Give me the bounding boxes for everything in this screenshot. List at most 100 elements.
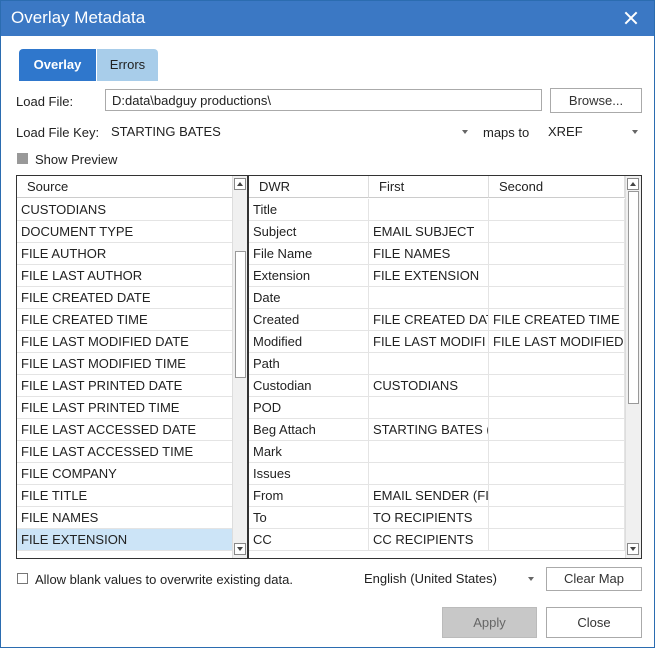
mapping-cell-second[interactable] [489,353,625,375]
scroll-down-icon[interactable] [627,543,639,555]
mapping-row[interactable]: To TO RECIPIENTS [249,507,625,529]
mapping-cell-second[interactable] [489,199,625,221]
mapping-row[interactable]: Issues [249,463,625,485]
mapping-row[interactable]: Extension FILE EXTENSION [249,265,625,287]
source-list-item[interactable]: FILE LAST ACCESSED DATE [17,419,232,441]
mapping-cell-second[interactable] [489,419,625,441]
source-list-item[interactable]: CUSTODIANS [17,199,232,221]
mapping-row[interactable]: File Name FILE NAMES [249,243,625,265]
scroll-down-icon[interactable] [234,543,246,555]
mapping-cell-first[interactable] [369,287,489,309]
mapping-cell-first[interactable] [369,463,489,485]
source-list-item[interactable]: FILE CREATED DATE [17,287,232,309]
mapping-cell-second[interactable] [489,287,625,309]
source-item-label: FILE AUTHOR [21,246,107,261]
tab-errors[interactable]: Errors [97,49,158,81]
mapping-cell-first[interactable]: FILE CREATED DAT [369,309,489,331]
source-list-item[interactable]: FILE LAST AUTHOR [17,265,232,287]
mapping-row[interactable]: From EMAIL SENDER (FI [249,485,625,507]
mapping-cell-first[interactable]: CUSTODIANS [369,375,489,397]
source-list-item[interactable]: FILE LAST MODIFIED TIME [17,353,232,375]
source-item-label: FILE LAST MODIFIED TIME [21,356,186,371]
tab-overlay[interactable]: Overlay [19,49,96,81]
source-item-label: FILE TITLE [21,488,88,503]
mapping-cell-second[interactable]: FILE LAST MODIFIED [489,331,625,353]
mapping-cell-second[interactable] [489,507,625,529]
scroll-thumb[interactable] [235,251,246,378]
source-list-item[interactable]: DOCUMENT TYPE [17,221,232,243]
mapping-cell-first[interactable]: EMAIL SUBJECT [369,221,489,243]
mapping-grid: DWR First Second Title Subject EMAIL SUBJE… [248,175,642,559]
source-list-item[interactable]: FILE LAST PRINTED DATE [17,375,232,397]
mapping-cell-second[interactable] [489,265,625,287]
source-scrollbar[interactable] [232,176,247,558]
mapping-row[interactable]: Title [249,199,625,221]
scroll-up-icon[interactable] [234,178,246,190]
scroll-thumb[interactable] [628,191,639,404]
mapping-cell-second[interactable] [489,463,625,485]
mapping-cell-first[interactable]: CC RECIPIENTS [369,529,489,551]
source-list-item[interactable]: FILE CREATED TIME [17,309,232,331]
chevron-down-icon[interactable] [528,577,534,581]
mapping-row[interactable]: Subject EMAIL SUBJECT [249,221,625,243]
mapping-cell-first[interactable]: EMAIL SENDER (FI [369,485,489,507]
mapping-cell-first[interactable]: STARTING BATES ( [369,419,489,441]
mapping-cell-dwr: CC [249,529,369,551]
source-list-item[interactable]: FILE LAST PRINTED TIME [17,397,232,419]
mapping-scrollbar[interactable] [625,176,641,558]
source-item-label: DOCUMENT TYPE [21,224,134,239]
dwr-header: DWR [249,176,369,198]
load-file-key-dropdown[interactable]: STARTING BATES [111,124,471,142]
maps-to-dropdown[interactable]: XREF [548,124,640,142]
mapping-cell-dwr: To [249,507,369,529]
clear-map-button[interactable]: Clear Map [546,567,642,591]
mapping-cell-second[interactable] [489,485,625,507]
chevron-down-icon [632,130,638,134]
source-list-item[interactable]: FILE TITLE [17,485,232,507]
allow-blank-checkbox[interactable] [17,573,28,584]
mapping-cell-second[interactable] [489,243,625,265]
source-list-item[interactable]: FILE LAST ACCESSED TIME [17,441,232,463]
chevron-down-icon [462,130,468,134]
close-icon[interactable] [620,7,642,29]
load-file-input[interactable]: D:data\badguy productions\ [105,89,542,111]
mapping-cell-first[interactable] [369,353,489,375]
mapping-cell-second[interactable] [489,397,625,419]
mapping-row[interactable]: Date [249,287,625,309]
mapping-cell-second[interactable]: FILE CREATED TIME [489,309,625,331]
source-list-item[interactable]: FILE AUTHOR [17,243,232,265]
source-list: Source CUSTODIANS DOCUMENT TYPE FILE AUTHO… [16,175,248,559]
apply-button[interactable]: Apply [442,607,537,638]
mapping-row[interactable]: Custodian CUSTODIANS [249,375,625,397]
mapping-cell-second[interactable] [489,221,625,243]
show-preview-checkbox[interactable] [17,153,28,164]
mapping-cell-dwr: From [249,485,369,507]
mapping-cell-first[interactable]: TO RECIPIENTS [369,507,489,529]
mapping-cell-first[interactable] [369,441,489,463]
mapping-cell-second[interactable] [489,441,625,463]
mapping-row[interactable]: Modified FILE LAST MODIFI FILE LAST MODIFI… [249,331,625,353]
first-header: First [369,176,489,198]
language-dropdown[interactable]: English (United States) [364,571,536,589]
source-list-item[interactable]: FILE COMPANY [17,463,232,485]
mapping-row[interactable]: CC CC RECIPIENTS [249,529,625,551]
mapping-cell-first[interactable] [369,397,489,419]
source-list-item[interactable]: FILE EXTENSION [17,529,232,551]
mapping-cell-second[interactable] [489,375,625,397]
scroll-up-icon[interactable] [627,178,639,190]
close-button[interactable]: Close [546,607,642,638]
mapping-cell-first[interactable]: FILE EXTENSION [369,265,489,287]
source-list-item[interactable]: FILE NAMES [17,507,232,529]
browse-button[interactable]: Browse... [550,88,642,113]
mapping-row[interactable]: Created FILE CREATED DAT FILE CREATED TIME [249,309,625,331]
mapping-cell-first[interactable]: FILE NAMES [369,243,489,265]
source-list-item[interactable]: FILE LAST MODIFIED DATE [17,331,232,353]
mapping-row[interactable]: POD [249,397,625,419]
mapping-cell-second[interactable] [489,529,625,551]
mapping-cell-first[interactable] [369,199,489,221]
mapping-cell-first[interactable]: FILE LAST MODIFI [369,331,489,353]
mapping-row[interactable]: Path [249,353,625,375]
mapping-row[interactable]: Beg Attach STARTING BATES ( [249,419,625,441]
source-header: Source [17,176,233,198]
mapping-row[interactable]: Mark [249,441,625,463]
